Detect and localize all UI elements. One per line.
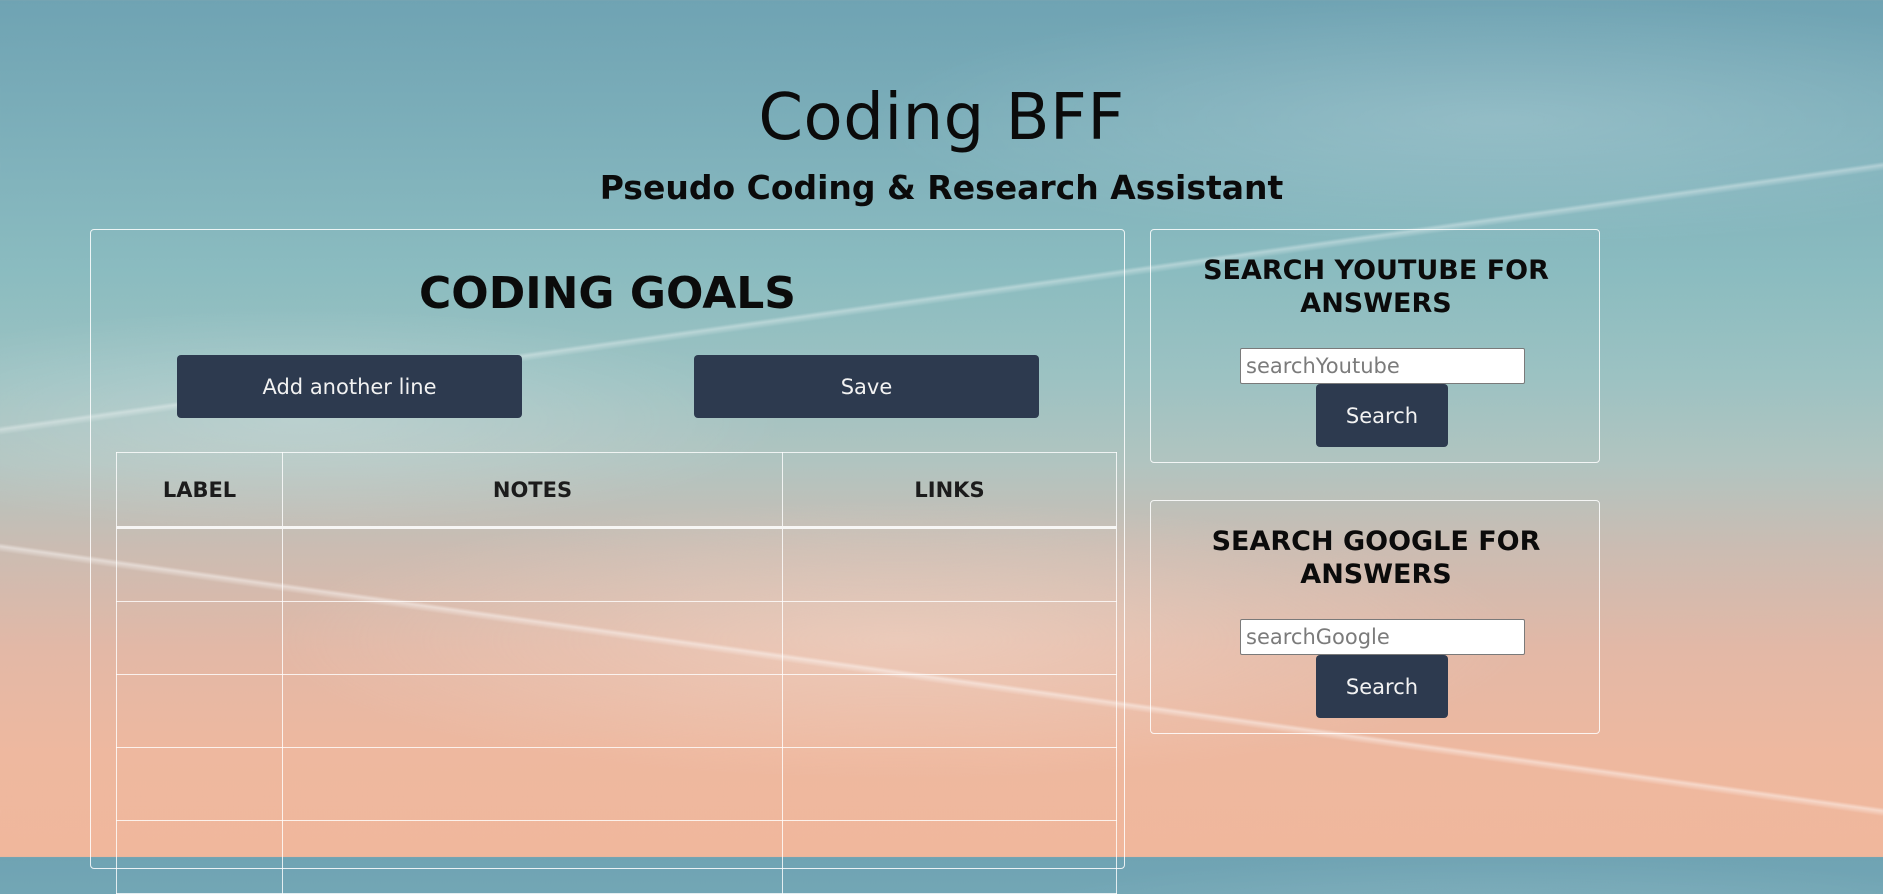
table-row — [116, 527, 1117, 602]
notes-cell[interactable] — [282, 601, 783, 675]
label-cell[interactable] — [116, 527, 283, 602]
coding-goals-table: LABEL NOTES LINKS — [116, 452, 1117, 894]
table-row — [116, 747, 1117, 821]
column-header-notes: NOTES — [282, 452, 783, 529]
label-cell[interactable] — [116, 674, 283, 748]
label-cell[interactable] — [116, 820, 283, 894]
table-row — [116, 601, 1117, 675]
notes-cell[interactable] — [282, 820, 783, 894]
google-search-panel: SEARCH GOOGLE FOR ANSWERS Search — [1150, 500, 1600, 734]
table-row — [116, 674, 1117, 748]
column-header-label: LABEL — [116, 452, 283, 529]
links-cell[interactable] — [782, 527, 1117, 602]
coding-goals-heading: CODING GOALS — [419, 268, 796, 319]
youtube-search-panel: SEARCH YOUTUBE FOR ANSWERS Search — [1150, 229, 1600, 463]
links-cell[interactable] — [782, 820, 1117, 894]
google-search-button[interactable]: Search — [1316, 655, 1448, 718]
notes-cell[interactable] — [282, 527, 783, 602]
youtube-search-input[interactable] — [1240, 348, 1525, 384]
links-cell[interactable] — [782, 747, 1117, 821]
google-search-input[interactable] — [1240, 619, 1525, 655]
notes-cell[interactable] — [282, 674, 783, 748]
page-title: Coding BFF — [758, 81, 1125, 155]
save-button[interactable]: Save — [694, 355, 1039, 418]
page-subtitle: Pseudo Coding & Research Assistant — [599, 168, 1284, 207]
column-header-links: LINKS — [782, 452, 1117, 529]
links-cell[interactable] — [782, 601, 1117, 675]
add-another-line-button[interactable]: Add another line — [177, 355, 522, 418]
notes-cell[interactable] — [282, 747, 783, 821]
links-cell[interactable] — [782, 674, 1117, 748]
google-search-heading: SEARCH GOOGLE FOR ANSWERS — [1211, 526, 1541, 590]
table-header-row: LABEL NOTES LINKS — [116, 452, 1117, 529]
table-row — [116, 820, 1117, 894]
page: Coding BFF Pseudo Coding & Research Assi… — [0, 0, 1883, 894]
youtube-search-heading: SEARCH YOUTUBE FOR ANSWERS — [1203, 255, 1549, 319]
label-cell[interactable] — [116, 601, 283, 675]
youtube-search-button[interactable]: Search — [1316, 384, 1448, 447]
label-cell[interactable] — [116, 747, 283, 821]
